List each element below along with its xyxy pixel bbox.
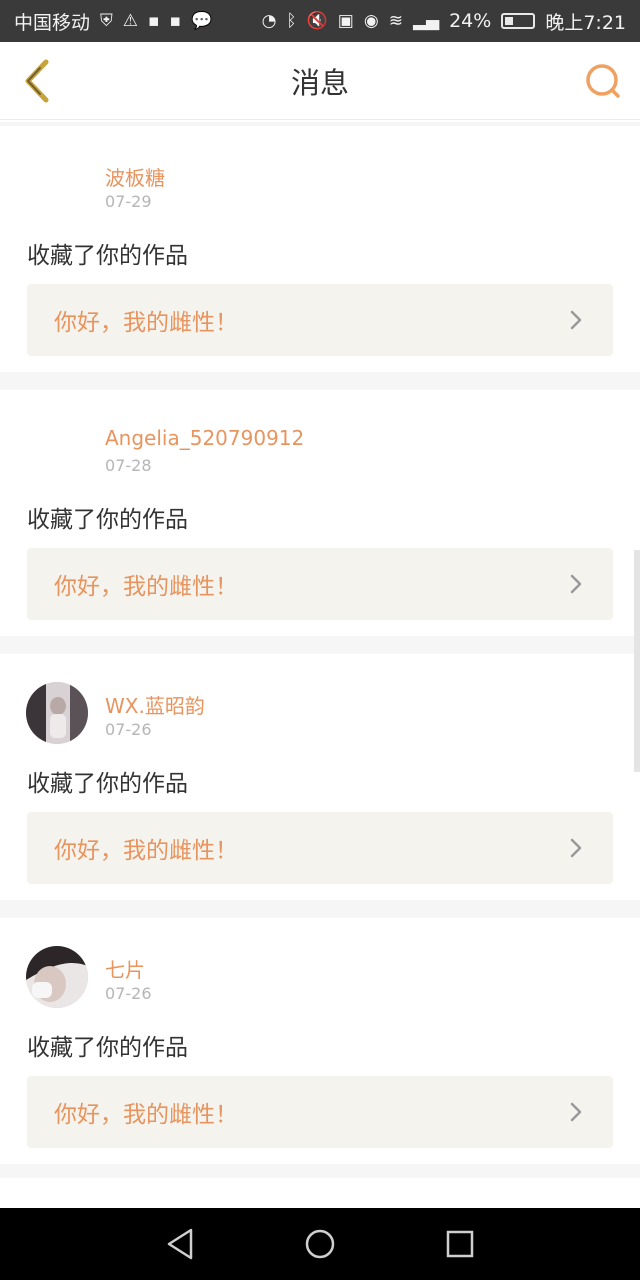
eye-icon: ◉ xyxy=(363,10,379,31)
action-text: 收藏了你的作品 xyxy=(27,771,188,797)
status-bar-right: ◔ ᛒ 🔇 ▣ ◉ ≋ ▂▄ 24% 晚上7:21 xyxy=(262,8,626,35)
shield-icon: ⛨ xyxy=(100,10,113,31)
back-arrow-icon xyxy=(25,59,49,103)
message-card[interactable]: WX.蓝昭韵 07-26 收藏了你的作品 你好，我的雌性！ xyxy=(0,654,640,900)
hd-icon: ▣ xyxy=(337,10,354,31)
app-header: 消息 xyxy=(0,42,640,120)
work-title: 你好，我的雌性！ xyxy=(54,310,238,336)
action-text: 收藏了你的作品 xyxy=(27,1035,188,1061)
wifi-icon: ≋ xyxy=(388,10,403,31)
signal-icon: ▂▄ xyxy=(412,10,440,31)
chevron-right-icon xyxy=(570,574,582,594)
work-link[interactable]: 你好，我的雌性！ xyxy=(27,548,613,620)
warning-icon: ⚠ xyxy=(122,10,139,31)
status-time: 晚上7:21 xyxy=(545,11,626,34)
data-saver-icon: ◔ xyxy=(261,10,277,31)
message-card[interactable]: 七片 07-26 收藏了你的作品 你好，我的雌性！ xyxy=(0,918,640,1164)
chevron-right-icon xyxy=(570,1102,582,1122)
action-text: 收藏了你的作品 xyxy=(27,507,188,533)
system-nav-bar xyxy=(0,1208,640,1280)
app-icon: ▪ xyxy=(169,10,182,31)
nav-recents-button[interactable] xyxy=(435,1219,485,1269)
message-date: 07-28 xyxy=(105,456,152,475)
username[interactable]: WX.蓝昭韵 xyxy=(105,690,205,719)
battery-icon xyxy=(501,13,536,29)
avatar[interactable] xyxy=(26,154,88,216)
work-title: 你好，我的雌性！ xyxy=(54,1102,238,1128)
avatar[interactable] xyxy=(26,946,88,1008)
username[interactable]: 波板糖 xyxy=(105,162,165,191)
mute-icon: 🔇 xyxy=(306,10,328,31)
username[interactable]: 七片 xyxy=(105,954,145,983)
status-bar: 中国移动 ⛨ ⚠ ▪ ▪ 💬 ◔ ᛒ 🔇 ▣ ◉ ≋ ▂▄ 24% 晚上7:21 xyxy=(0,0,640,42)
nav-back-button[interactable] xyxy=(155,1219,205,1269)
page-title: 消息 xyxy=(290,65,349,100)
chevron-right-icon xyxy=(570,838,582,858)
battery-percentage: 24% xyxy=(449,10,492,32)
chevron-right-icon xyxy=(570,310,582,330)
work-link[interactable]: 你好，我的雌性！ xyxy=(27,812,613,884)
avatar-photo xyxy=(26,946,88,1008)
work-title: 你好，我的雌性！ xyxy=(54,838,238,864)
message-card[interactable]: 波板糖 07-29 收藏了你的作品 你好，我的雌性！ xyxy=(0,126,640,372)
avatar-photo xyxy=(26,682,88,744)
chat-bubble-icon: 💬 xyxy=(191,10,213,31)
triangle-back-icon xyxy=(167,1228,193,1260)
back-button[interactable] xyxy=(12,54,60,108)
message-list[interactable]: 波板糖 07-29 收藏了你的作品 你好，我的雌性！ Angelia_52079… xyxy=(0,122,640,1208)
carrier-label: 中国移动 xyxy=(14,11,91,34)
message-date: 07-29 xyxy=(105,192,152,211)
username[interactable]: Angelia_520790912 xyxy=(105,426,304,450)
bluetooth-icon: ᛒ xyxy=(286,10,297,31)
search-button[interactable] xyxy=(578,56,628,106)
scrollbar[interactable] xyxy=(634,550,640,772)
work-link[interactable]: 你好，我的雌性！ xyxy=(27,284,613,356)
circle-home-icon xyxy=(305,1229,335,1259)
avatar[interactable] xyxy=(26,682,88,744)
action-text: 收藏了你的作品 xyxy=(27,243,188,269)
message-date: 07-26 xyxy=(105,984,152,1003)
message-card-partial[interactable] xyxy=(0,1178,640,1208)
message-card[interactable]: Angelia_520790912 07-28 收藏了你的作品 你好，我的雌性！ xyxy=(0,390,640,636)
nav-home-button[interactable] xyxy=(295,1219,345,1269)
work-title: 你好，我的雌性！ xyxy=(54,574,238,600)
app-icon: ▪ xyxy=(148,10,160,31)
status-bar-left: 中国移动 ⛨ ⚠ ▪ ▪ 💬 xyxy=(14,8,212,35)
square-recents-icon xyxy=(446,1230,474,1258)
avatar[interactable] xyxy=(26,418,88,480)
message-date: 07-26 xyxy=(105,720,152,739)
work-link[interactable]: 你好，我的雌性！ xyxy=(27,1076,613,1148)
search-icon xyxy=(586,64,620,98)
